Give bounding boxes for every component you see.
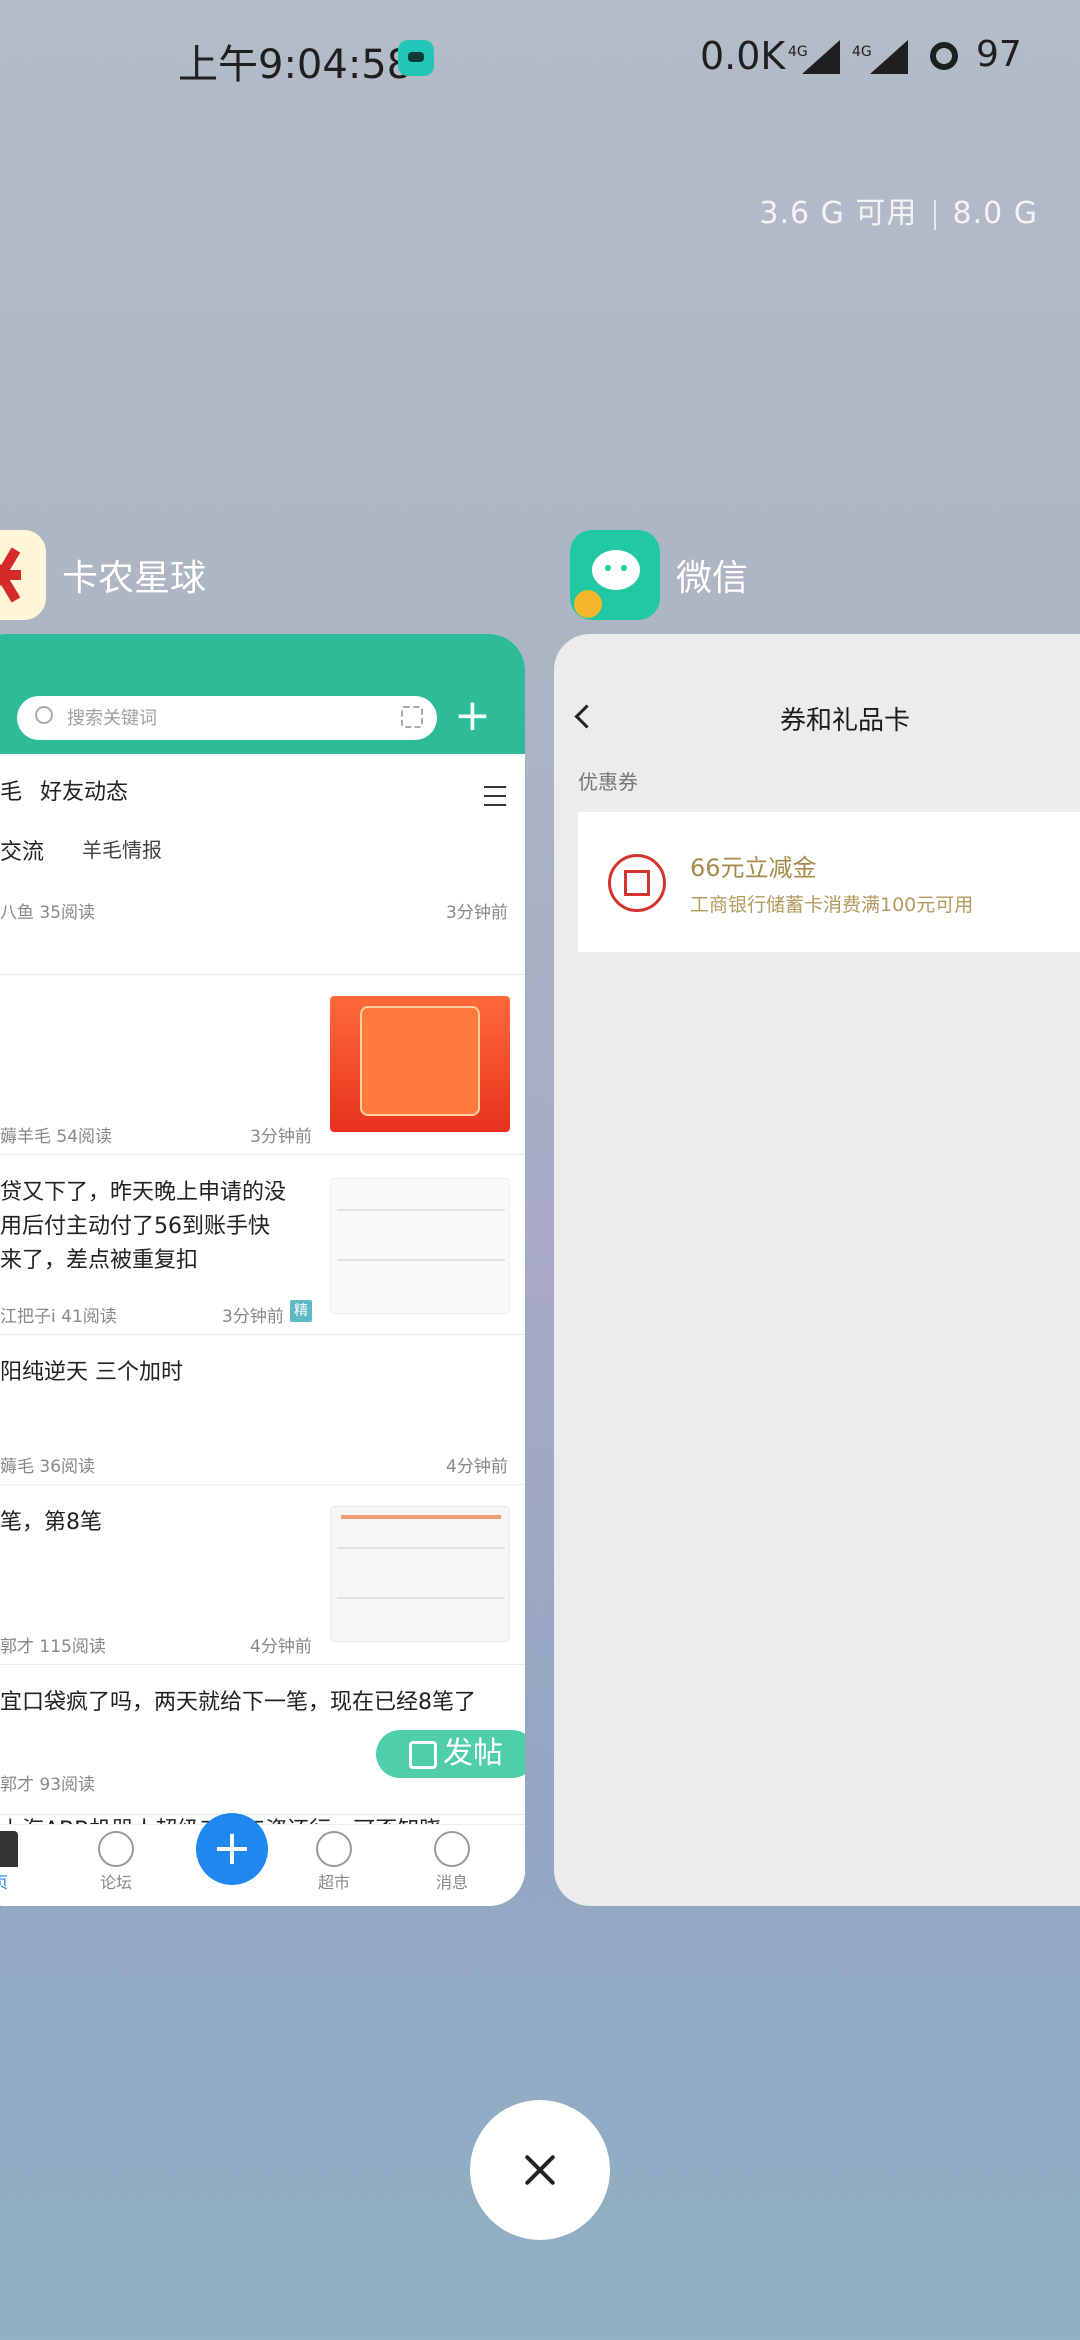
add-icon[interactable]: + xyxy=(454,694,491,738)
subtab-exchange[interactable]: 交流 xyxy=(0,834,44,866)
post-thumbnail xyxy=(330,1178,510,1314)
post-thumbnail xyxy=(330,996,510,1132)
post-fab-button[interactable]: 发帖 xyxy=(376,1730,525,1778)
subtab-intel[interactable]: 羊毛情报 xyxy=(82,834,162,863)
back-icon[interactable] xyxy=(574,704,599,729)
signal-icon xyxy=(802,40,840,74)
post-title: 阳纯逆天 三个加时 xyxy=(0,1360,183,1385)
close-all-button[interactable] xyxy=(470,2100,610,2240)
status-bar: 上午9:04:58 0.0K 4G 4G 97 xyxy=(0,0,1080,120)
kanong-app-icon xyxy=(0,530,46,620)
post-time: 4分钟前 xyxy=(446,1457,508,1477)
post-meta: 八鱼 35阅读 xyxy=(0,903,96,923)
post-time: 3分钟前 xyxy=(222,1307,284,1327)
coupon-card[interactable]: 66元立减金 工商银行储蓄卡消费满100元可用 xyxy=(578,812,1080,952)
battery-level: 97 xyxy=(976,34,1022,75)
search-icon xyxy=(35,706,53,724)
recent-card-wechat[interactable]: 券和礼品卡 优惠券 66元立减金 工商银行储蓄卡消费满100元可用 xyxy=(554,634,1080,1906)
tab-mao[interactable]: 毛 xyxy=(0,774,22,806)
post-time: 4分钟前 xyxy=(250,1637,312,1657)
bottom-nav: 页 论坛 + 超市 消息 xyxy=(0,1813,525,1906)
list-item[interactable]: 贷又下了，昨天晚上申请的没 用后付主动付了56到账手快 来了，差点被重复扣 江把… xyxy=(0,1154,525,1335)
post-meta: 薅羊毛 54阅读 xyxy=(0,1127,113,1147)
post-thumbnail xyxy=(330,1506,510,1642)
nav-forum[interactable]: 论坛 xyxy=(76,1831,156,1893)
scan-icon[interactable] xyxy=(401,706,423,728)
tab-friends[interactable]: 好友动态 xyxy=(40,774,128,806)
search-placeholder: 搜索关键词 xyxy=(67,708,157,729)
kanong-search-bar[interactable]: 搜索关键词 xyxy=(17,696,437,740)
compass-icon xyxy=(316,1831,352,1867)
forum-icon xyxy=(98,1831,134,1867)
post-title: 笔，第8笔 xyxy=(0,1510,102,1535)
signal-icon xyxy=(870,40,908,74)
icbc-logo-icon xyxy=(608,854,666,912)
fab-label: 发帖 xyxy=(443,1736,503,1771)
edit-icon xyxy=(409,1740,437,1769)
nav-add-button[interactable]: + xyxy=(196,1813,268,1885)
battery-icon xyxy=(930,42,958,70)
wechat-app-icon xyxy=(570,530,660,620)
list-item[interactable]: 笔，第8笔 郭才 115阅读 4分钟前 xyxy=(0,1484,525,1665)
post-time: 3分钟前 xyxy=(250,1127,312,1147)
nav-home[interactable]: 页 xyxy=(0,1831,40,1893)
status-notification-icon xyxy=(398,40,434,76)
app-label-wechat[interactable]: 微信 xyxy=(570,530,748,620)
app-name-kanong: 卡农星球 xyxy=(62,558,207,599)
featured-badge: 精 xyxy=(290,1300,312,1322)
nav-messages[interactable]: 消息 xyxy=(412,1831,492,1893)
memory-info: 3.6 G 可用 8.0 G xyxy=(759,188,1038,232)
network-speed: 0.0K xyxy=(700,34,786,78)
post-meta: 郭才 93阅读 xyxy=(0,1775,96,1795)
nav-market[interactable]: 超市 xyxy=(294,1831,374,1893)
list-item[interactable]: 阳纯逆天 三个加时 薅毛 36阅读 4分钟前 xyxy=(0,1334,525,1485)
app-label-kanong[interactable]: 卡农星球 xyxy=(0,530,206,620)
kanong-tabs: 毛 好友动态 xyxy=(0,766,525,816)
post-title: 宜口袋疯了吗，两天就给下一笔，现在已经8笔了 xyxy=(0,1690,476,1715)
message-icon xyxy=(434,1831,470,1867)
kanong-header: 搜索关键词 + xyxy=(0,634,525,754)
memory-total: 8.0 G xyxy=(952,196,1038,231)
post-meta: 薅毛 36阅读 xyxy=(0,1457,96,1477)
coupon-title: 66元立减金 xyxy=(690,854,817,882)
app-name-wechat: 微信 xyxy=(676,558,749,599)
post-meta: 江把子i 41阅读 xyxy=(0,1307,117,1327)
post-title: 贷又下了，昨天晚上申请的没 用后付主动付了56到账手快 来了，差点被重复扣 xyxy=(0,1180,287,1273)
coupon-subtitle: 工商银行储蓄卡消费满100元可用 xyxy=(690,894,974,916)
section-title: 优惠券 xyxy=(578,770,638,794)
home-icon xyxy=(0,1831,18,1867)
post-time: 3分钟前 xyxy=(446,903,508,923)
memory-available: 3.6 G 可用 xyxy=(759,196,918,231)
list-item[interactable]: 薅羊毛 54阅读 3分钟前 xyxy=(0,974,525,1155)
wechat-header: 券和礼品卡 xyxy=(554,634,1080,744)
recent-card-kanong[interactable]: 搜索关键词 + 毛 好友动态 交流 羊毛情报 八鱼 35阅读 3分钟前 薅羊毛 … xyxy=(0,634,525,1906)
list-item[interactable]: 八鱼 35阅读 3分钟前 xyxy=(0,884,525,975)
status-time: 上午9:04:58 xyxy=(178,42,413,88)
menu-icon[interactable] xyxy=(484,786,506,806)
post-meta: 郭才 115阅读 xyxy=(0,1637,106,1657)
page-title: 券和礼品卡 xyxy=(780,706,911,736)
kanong-subtabs: 交流 羊毛情报 xyxy=(0,830,525,870)
